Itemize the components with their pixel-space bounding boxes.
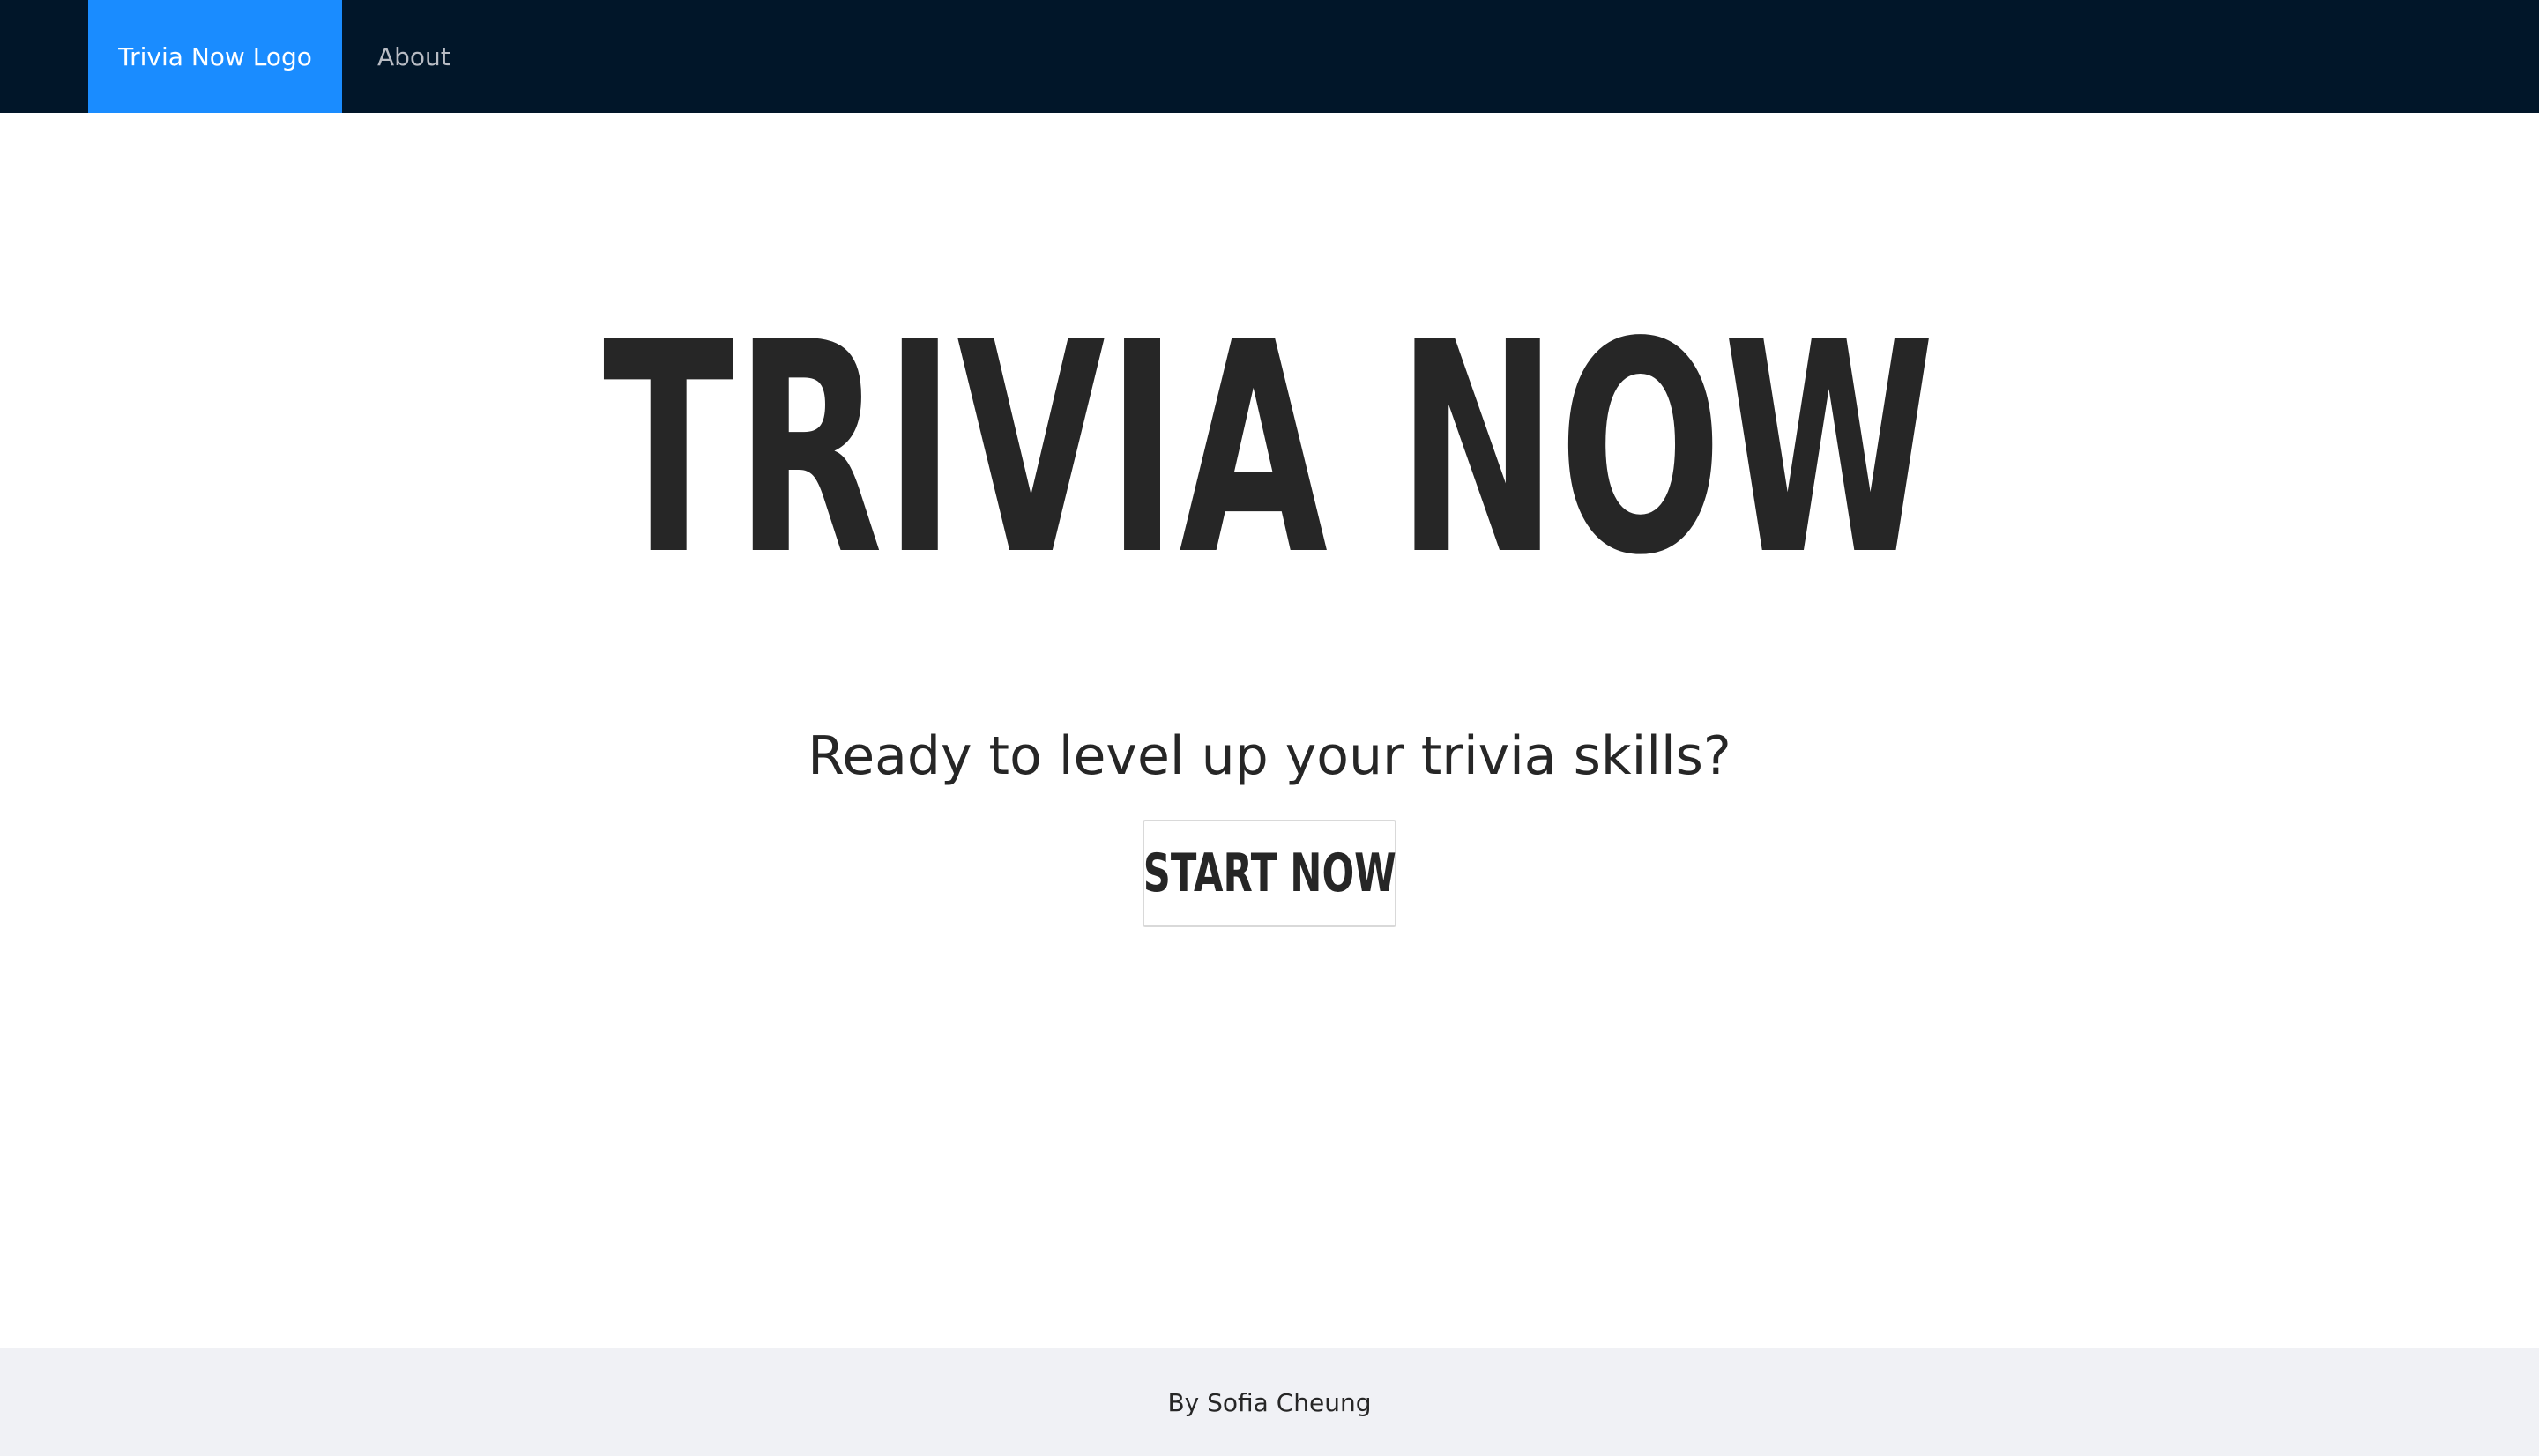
footer-credit: By Sofia Cheung: [1167, 1387, 1372, 1417]
top-navbar: Trivia Now Logo About: [0, 0, 2539, 113]
hero-subtitle: Ready to level up your trivia skills?: [808, 725, 1731, 787]
page-footer: By Sofia Cheung: [0, 1348, 2539, 1456]
logo-link[interactable]: Trivia Now Logo: [88, 0, 342, 113]
hero-title: TRIVIA NOW: [602, 280, 1937, 619]
start-now-button-label: START NOW: [1143, 843, 1396, 904]
start-now-button[interactable]: START NOW: [1143, 820, 1396, 927]
nav-link-about[interactable]: About: [377, 0, 450, 113]
